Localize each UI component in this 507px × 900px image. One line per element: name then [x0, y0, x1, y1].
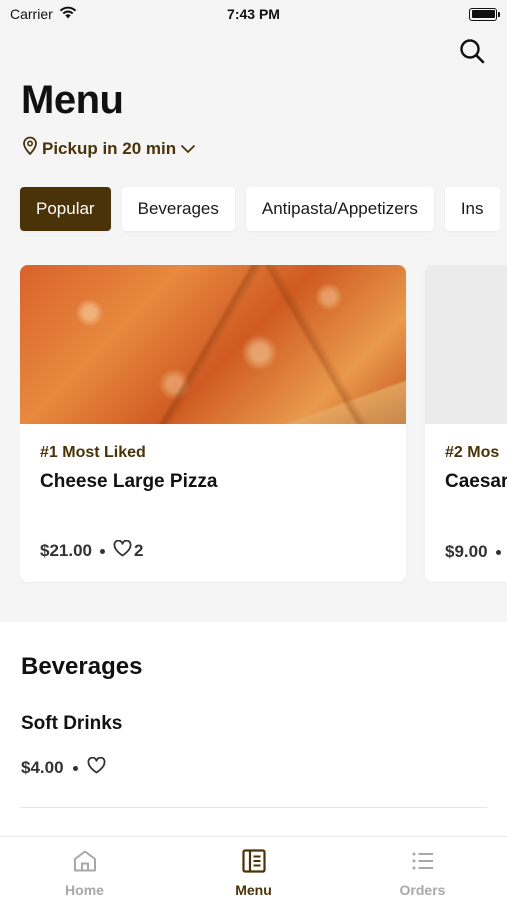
pickup-time-selector[interactable]: Pickup in 20 min: [22, 136, 196, 161]
category-chip-insalate[interactable]: Ins: [444, 187, 500, 231]
like-count: 2: [134, 541, 144, 560]
popular-carousel[interactable]: #1 Most Liked Cheese Large Pizza $21.00 …: [20, 265, 507, 583]
item-meta: $9.00: [445, 542, 501, 562]
pickup-label: Pickup in 20 min: [42, 138, 177, 158]
tab-orders[interactable]: Orders: [338, 837, 507, 900]
popular-card[interactable]: #2 Mos Caesar $9.00: [425, 265, 507, 582]
separator-dot: [72, 765, 78, 771]
item-name: Cheese Large Pizza: [40, 471, 218, 492]
status-bar: Carrier 7:43 PM: [0, 0, 507, 28]
tab-home[interactable]: Home: [0, 837, 169, 900]
category-chip-popular[interactable]: Popular: [20, 187, 111, 231]
menu-item-name[interactable]: Soft Drinks: [21, 713, 122, 735]
chevron-down-icon: [180, 139, 196, 159]
section-title: Beverages: [21, 653, 143, 680]
rank-label: #2 Mos: [445, 444, 500, 461]
heart-icon[interactable]: [113, 539, 132, 562]
category-chip-antipasta-appetizers[interactable]: Antipasta/Appetizers: [245, 187, 434, 231]
item-image: [20, 265, 406, 424]
carrier-label: Carrier: [10, 6, 53, 22]
item-image: [425, 265, 507, 424]
item-price: $9.00: [445, 542, 488, 561]
beverages-section: Beverages Soft Drinks $4.00: [0, 622, 507, 836]
status-left: Carrier: [10, 6, 77, 22]
tab-label: Home: [65, 882, 104, 898]
separator-dot: [495, 549, 501, 555]
category-tabs: Popular Beverages Antipasta/Appetizers I…: [20, 187, 500, 231]
item-name: Caesar: [445, 471, 507, 492]
menu-item-meta: $4.00: [21, 756, 106, 779]
tab-label: Menu: [235, 882, 272, 898]
page-title: Menu: [21, 78, 124, 122]
battery-icon: [469, 7, 500, 21]
menu-item-price: $4.00: [21, 758, 64, 777]
heart-icon[interactable]: [87, 756, 106, 779]
category-chip-beverages[interactable]: Beverages: [121, 187, 235, 231]
tab-menu[interactable]: Menu: [169, 837, 338, 900]
divider: [20, 807, 487, 808]
popular-card[interactable]: #1 Most Liked Cheese Large Pizza $21.00 …: [20, 265, 406, 582]
bottom-tab-bar: Home Menu Orders: [0, 836, 507, 900]
tab-label: Orders: [399, 882, 446, 898]
list-icon: [410, 849, 436, 876]
wifi-icon: [59, 6, 77, 22]
separator-dot: [100, 548, 105, 554]
item-price: $21.00: [40, 541, 92, 560]
search-button[interactable]: [457, 36, 487, 66]
home-icon: [72, 849, 98, 876]
menu-book-icon: [241, 849, 267, 876]
rank-label: #1 Most Liked: [40, 444, 146, 461]
search-icon: [460, 39, 485, 64]
location-pin-icon: [22, 136, 38, 161]
item-meta: $21.00 2: [40, 539, 144, 562]
